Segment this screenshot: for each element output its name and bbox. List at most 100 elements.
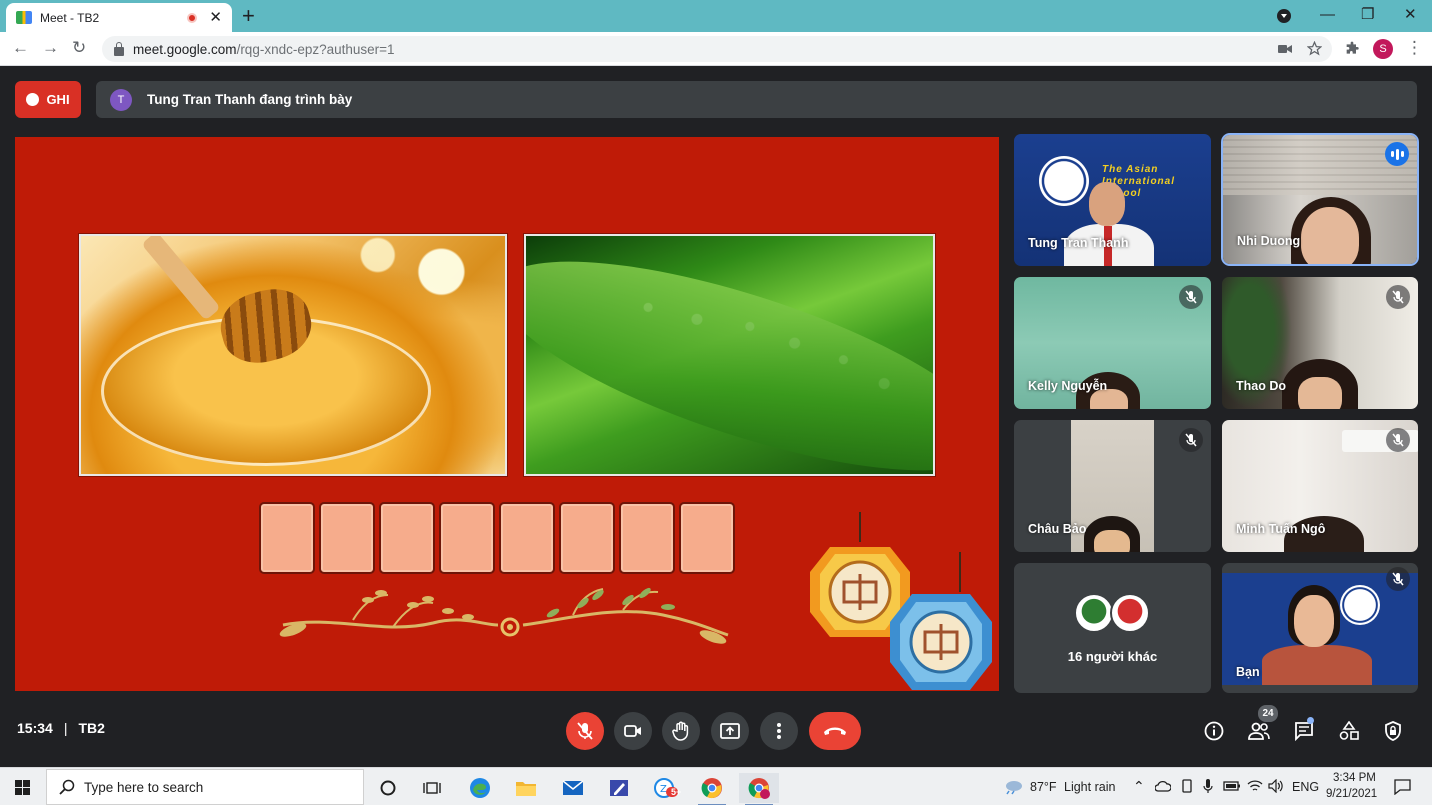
- participant-tile-nhi[interactable]: Nhi Duong: [1223, 135, 1417, 264]
- mail-icon: [562, 780, 584, 795]
- school-logo: [1340, 585, 1380, 625]
- mail-button[interactable]: [553, 773, 593, 803]
- dewdrop-leaf-picture: [524, 234, 935, 476]
- browser-tab-strip: Meet - TB2 ✕ + — ❐ ✕: [0, 0, 1432, 32]
- zalo-button[interactable]: Z 5+: [646, 773, 686, 803]
- chrome-profile-taskbar-button[interactable]: [739, 773, 779, 805]
- rain-cloud-icon[interactable]: [1003, 779, 1023, 795]
- toggle-microphone-button[interactable]: [566, 712, 604, 750]
- back-arrow-icon[interactable]: ←: [12, 37, 29, 59]
- more-options-button[interactable]: [760, 712, 798, 750]
- new-tab-button[interactable]: +: [242, 4, 255, 28]
- participant-tile-thao[interactable]: Thao Do: [1222, 277, 1418, 409]
- onedrive-cloud-icon[interactable]: [1155, 780, 1171, 792]
- mic-off-icon: [577, 722, 593, 740]
- separator: |: [63, 720, 68, 736]
- edge-icon: [470, 778, 490, 798]
- profile-avatar[interactable]: S: [1373, 39, 1393, 59]
- clock-time[interactable]: 3:34 PM: [1333, 772, 1376, 784]
- participant-tile-chau[interactable]: Châu Bảo: [1014, 420, 1211, 552]
- more-vertical-icon: [777, 723, 781, 739]
- others-tile[interactable]: 16 người khác: [1014, 563, 1211, 693]
- minimize-window-icon[interactable]: —: [1320, 4, 1335, 26]
- close-tab-icon[interactable]: ✕: [209, 10, 222, 25]
- record-dot-icon: [26, 93, 40, 106]
- host-controls-button[interactable]: [1380, 718, 1406, 744]
- lock-icon[interactable]: [114, 41, 124, 56]
- present-screen-icon: [720, 723, 740, 739]
- tab-title: Meet - TB2: [40, 10, 100, 25]
- participant-tile-minh[interactable]: Minh Tuấn Ngô: [1222, 420, 1418, 552]
- leave-call-button[interactable]: [809, 712, 861, 750]
- mic-off-icon: [1386, 567, 1410, 591]
- pen-app-button[interactable]: [599, 773, 639, 803]
- present-screen-button[interactable]: [711, 712, 749, 750]
- extensions-puzzle-icon[interactable]: [1344, 41, 1360, 57]
- tab-search-icon[interactable]: [1277, 9, 1291, 23]
- windows-start-icon[interactable]: [15, 780, 30, 795]
- volume-icon[interactable]: [1268, 779, 1284, 793]
- task-view-button[interactable]: [412, 773, 452, 803]
- file-explorer-button[interactable]: [506, 773, 546, 803]
- meeting-info: 15:34 | TB2: [17, 720, 105, 736]
- participant-tile-tung[interactable]: The Asian International School Tung Tran…: [1014, 134, 1211, 266]
- recording-button[interactable]: GHI: [15, 81, 81, 118]
- input-language[interactable]: ENG: [1292, 780, 1319, 794]
- url-path: /rqg-xndc-epz?authuser=1: [236, 41, 395, 57]
- letter-tile: [619, 502, 675, 574]
- address-bar[interactable]: meet.google.com/rqg-xndc-epz?authuser=1: [102, 36, 1332, 62]
- show-hidden-icons-chevron-icon[interactable]: ⌃: [1133, 778, 1145, 795]
- chrome-icon: [701, 778, 722, 799]
- mic-off-icon: [1179, 428, 1203, 452]
- participant-tile-kelly[interactable]: Kelly Nguyễn: [1014, 277, 1211, 409]
- bookmark-star-icon[interactable]: [1307, 41, 1322, 56]
- hang-up-phone-icon: [824, 727, 846, 735]
- reload-icon[interactable]: ↻: [72, 37, 86, 59]
- browser-menu-icon[interactable]: ⋮: [1406, 37, 1423, 59]
- weather-temperature[interactable]: 87°F: [1030, 780, 1057, 794]
- letter-tile: [679, 502, 735, 574]
- toggle-camera-button[interactable]: [614, 712, 652, 750]
- restore-window-icon[interactable]: ❐: [1361, 4, 1374, 26]
- letter-tile: [559, 502, 615, 574]
- other-avatar-green: [1074, 593, 1114, 633]
- participant-tile-you[interactable]: Bạn: [1222, 563, 1418, 693]
- browser-toolbar: ← → ↻ meet.google.com/rqg-xndc-epz?authu…: [0, 32, 1432, 66]
- letter-tile: [439, 502, 495, 574]
- letter-tile: [379, 502, 435, 574]
- notifications-icon[interactable]: [1394, 779, 1411, 795]
- participant-name: Kelly Nguyễn: [1028, 379, 1108, 393]
- clock-date[interactable]: 9/21/2021: [1326, 788, 1377, 800]
- weather-description[interactable]: Light rain: [1064, 780, 1115, 794]
- folder-icon: [516, 782, 536, 796]
- close-window-icon[interactable]: ✕: [1404, 4, 1417, 26]
- forward-arrow-icon[interactable]: →: [42, 37, 59, 59]
- battery-icon[interactable]: [1223, 781, 1241, 791]
- edge-taskbar-button[interactable]: [460, 773, 500, 803]
- search-placeholder: Type here to search: [84, 779, 204, 795]
- camera-permission-icon[interactable]: [1278, 43, 1292, 55]
- microphone-in-use-icon[interactable]: [1203, 778, 1213, 794]
- mic-off-icon: [1386, 428, 1410, 452]
- raise-hand-button[interactable]: [662, 712, 700, 750]
- participant-name: Nhi Duong: [1237, 234, 1301, 248]
- shirt: [1262, 645, 1372, 685]
- device-icon[interactable]: [1181, 779, 1193, 793]
- cortana-circle-icon: [380, 780, 396, 796]
- face: [1301, 207, 1359, 264]
- participant-name: Thao Do: [1236, 379, 1286, 393]
- meeting-details-button[interactable]: [1201, 718, 1227, 744]
- letter-tile: [499, 502, 555, 574]
- head: [1089, 182, 1125, 226]
- participant-video: [1064, 182, 1154, 266]
- windows-taskbar: Type here to search Z 5+ 87°F Light rain…: [0, 767, 1432, 805]
- browser-tab-meet[interactable]: Meet - TB2 ✕: [6, 3, 232, 32]
- people-icon: [1248, 722, 1270, 740]
- presenting-message: Tung Tran Thanh đang trình bày: [147, 92, 353, 107]
- activities-button[interactable]: [1336, 718, 1362, 744]
- cortana-button[interactable]: [368, 773, 408, 803]
- wifi-icon[interactable]: [1247, 779, 1263, 793]
- taskbar-search-box[interactable]: Type here to search: [46, 769, 364, 805]
- chrome-taskbar-button[interactable]: [692, 773, 732, 805]
- face: [1094, 530, 1130, 552]
